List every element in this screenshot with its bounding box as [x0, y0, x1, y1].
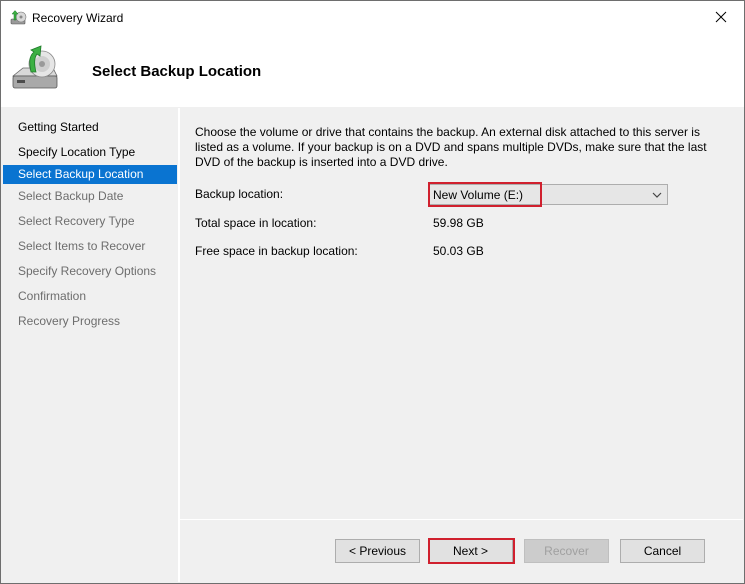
wizard-steps-panel: Getting Started Specify Location Type Se…	[3, 108, 177, 582]
step-specify-recovery-options: Specify Recovery Options	[18, 264, 157, 278]
recovery-wizard-window: Recovery Wizard Select Backup Location G…	[0, 0, 745, 584]
next-button[interactable]: Next >	[428, 539, 513, 563]
step-confirmation: Confirmation	[18, 289, 87, 303]
chevron-down-icon	[652, 192, 662, 198]
free-space-value: 50.03 GB	[433, 244, 484, 258]
step-select-backup-location[interactable]: Select Backup Location	[3, 165, 177, 184]
window-title: Recovery Wizard	[32, 11, 124, 25]
page-title: Select Backup Location	[92, 63, 262, 80]
close-icon	[715, 11, 727, 23]
step-select-recovery-type: Select Recovery Type	[18, 214, 135, 228]
recover-button: Recover	[524, 539, 609, 563]
step-select-backup-date: Select Backup Date	[18, 189, 124, 203]
step-select-items-to-recover: Select Items to Recover	[18, 239, 146, 253]
free-space-label: Free space in backup location:	[195, 244, 358, 258]
recovery-wizard-icon	[10, 10, 27, 25]
wizard-header: Select Backup Location	[1, 35, 744, 107]
title-bar: Recovery Wizard	[1, 1, 744, 35]
description-text: Choose the volume or drive that contains…	[195, 125, 707, 169]
backup-location-dropdown[interactable]: New Volume (E:)	[428, 184, 668, 205]
backup-location-value: New Volume (E:)	[433, 188, 524, 202]
cancel-button[interactable]: Cancel	[620, 539, 705, 563]
backup-drive-recover-icon	[11, 45, 58, 89]
close-button[interactable]	[698, 1, 744, 33]
step-recovery-progress: Recovery Progress	[18, 314, 121, 328]
content-panel: Choose the volume or drive that contains…	[180, 108, 743, 518]
backup-location-label: Backup location:	[195, 187, 284, 201]
total-space-value: 59.98 GB	[433, 216, 484, 230]
footer-separator	[180, 519, 743, 520]
step-specify-location-type[interactable]: Specify Location Type	[3, 143, 177, 162]
total-space-label: Total space in location:	[195, 216, 317, 230]
step-getting-started[interactable]: Getting Started	[3, 118, 177, 137]
previous-button[interactable]: < Previous	[335, 539, 420, 563]
